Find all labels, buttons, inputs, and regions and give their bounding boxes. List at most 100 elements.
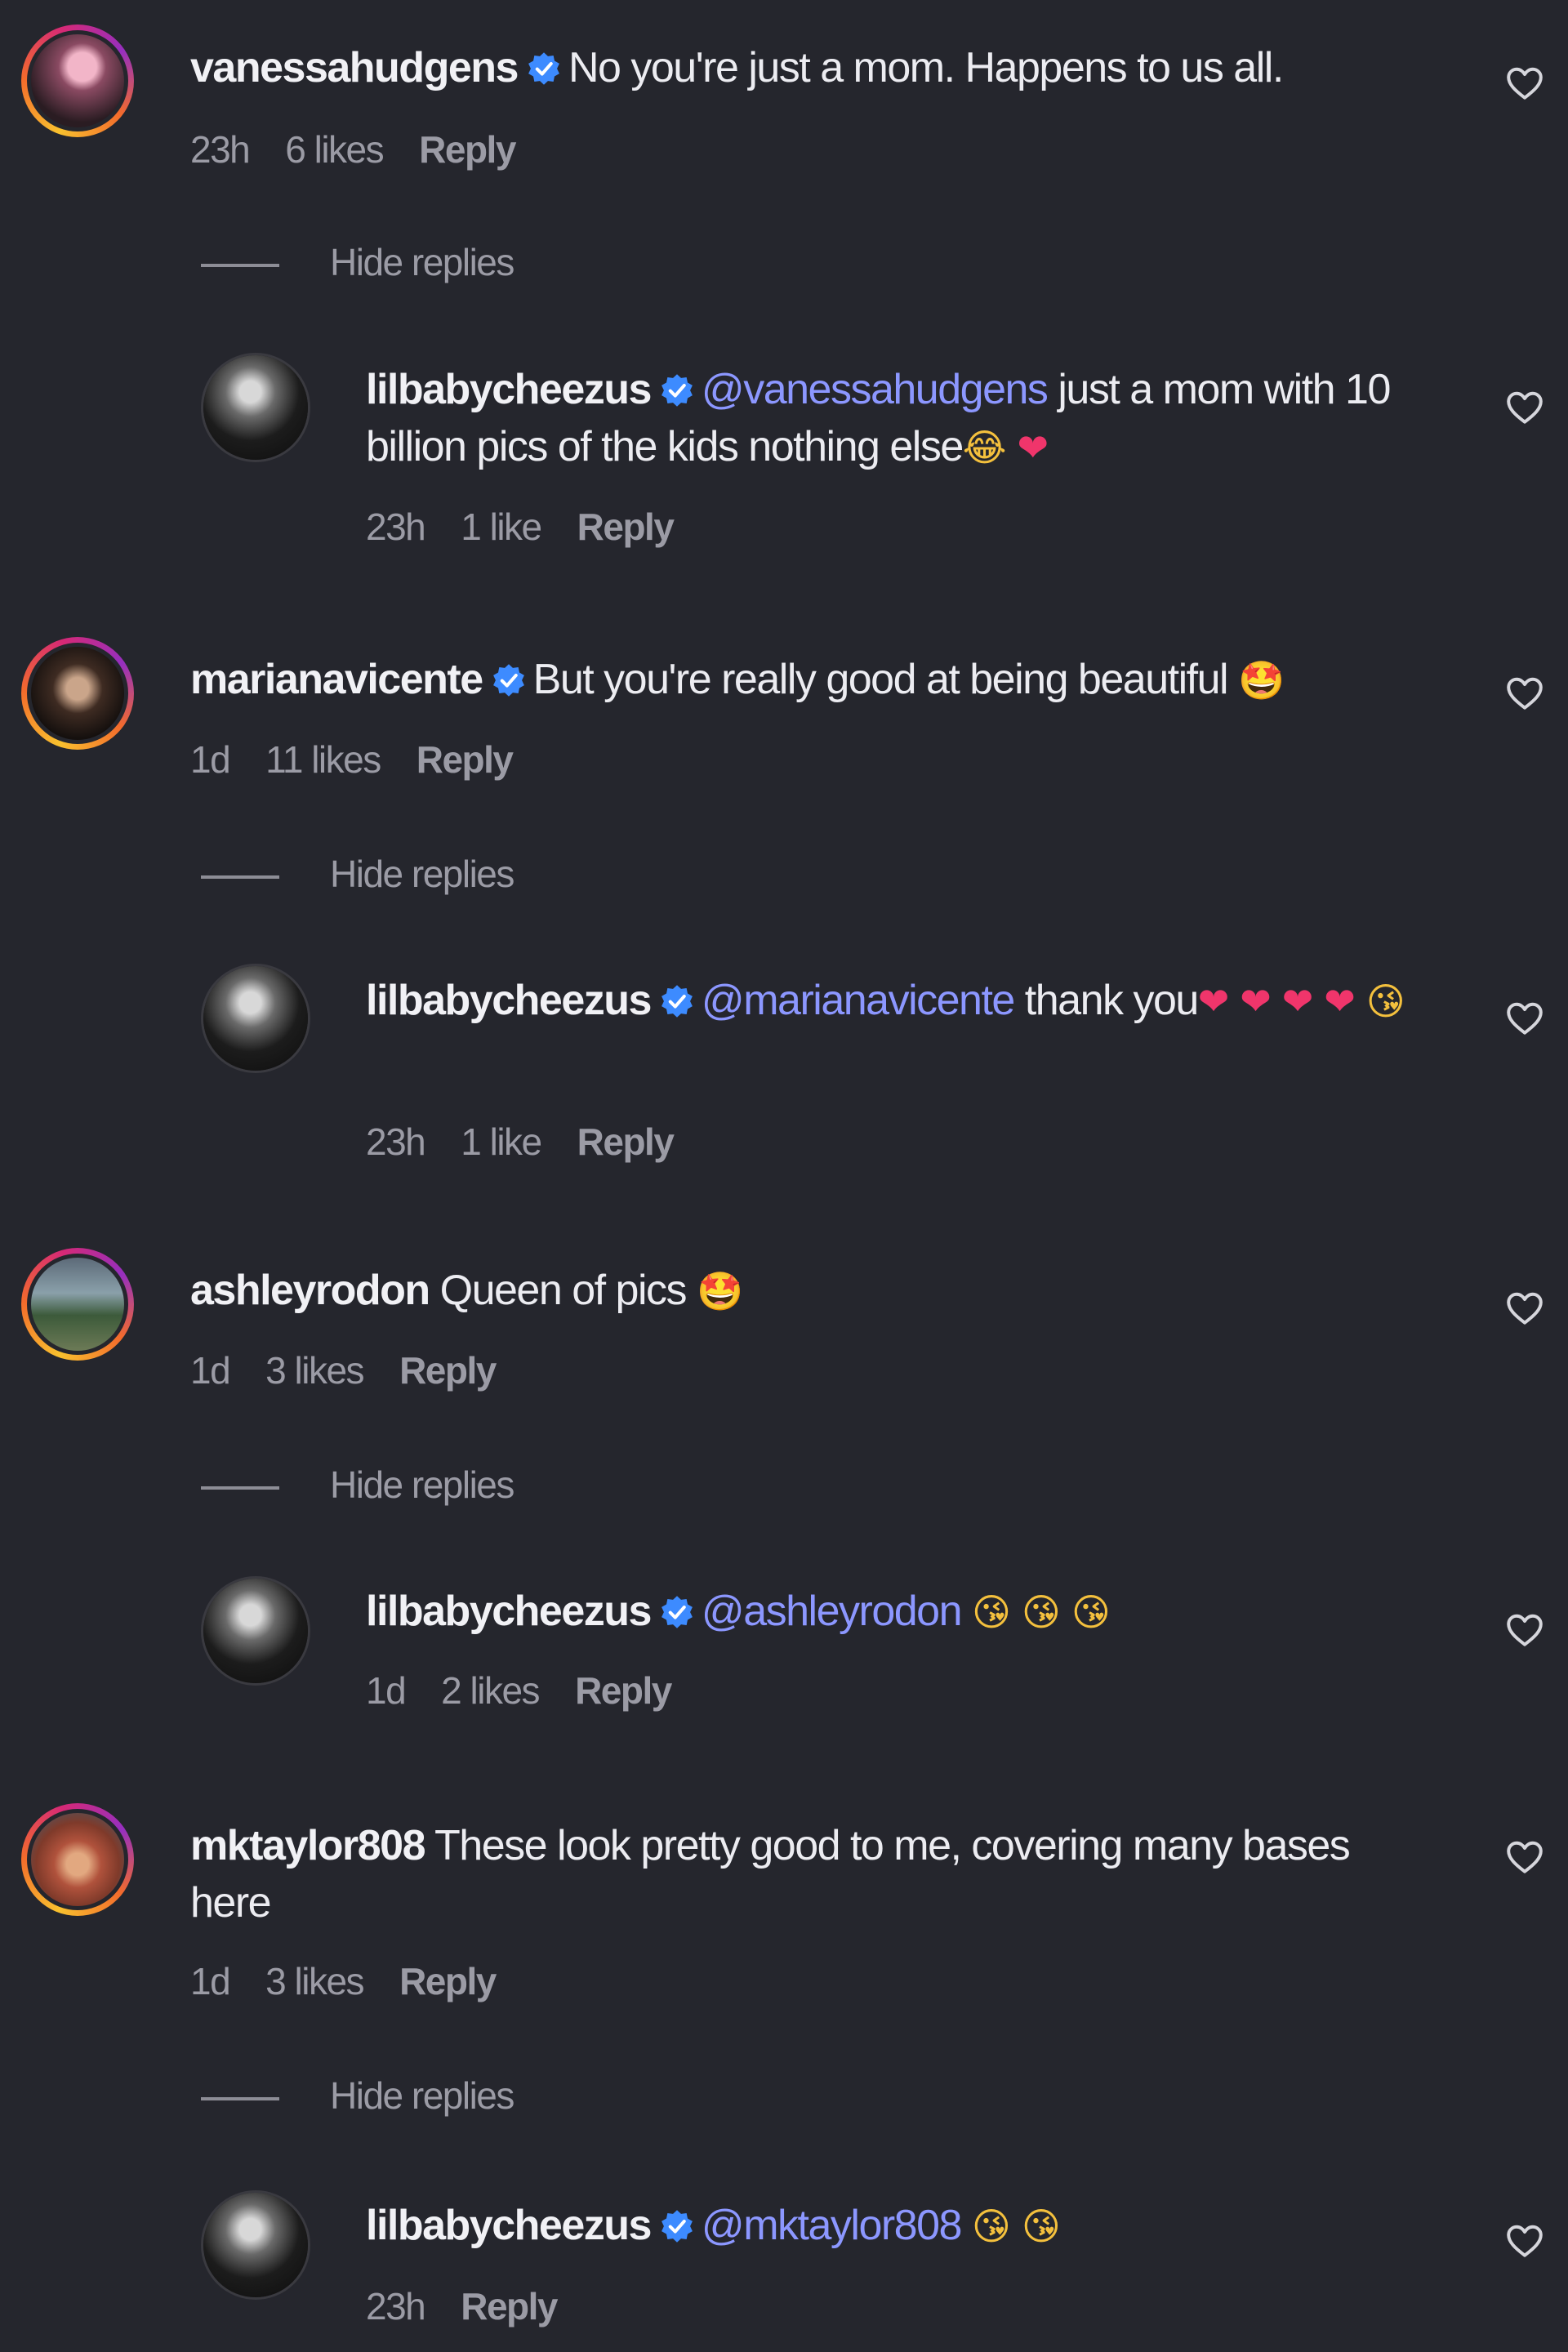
reply-body: lilbabycheezus @vanessahudgens just a mom… [366, 361, 1468, 476]
reply-meta: 1d 2 likes Reply [366, 1668, 707, 1713]
kissing-emoji: 😘 [1365, 979, 1405, 1023]
heart-outline-icon[interactable] [1504, 64, 1545, 105]
avatar[interactable] [201, 353, 310, 462]
hide-replies-button[interactable]: Hide replies [201, 851, 514, 897]
reply-body: lilbabycheezus @ashleyrodon 😘 😘 😘 [366, 1583, 1468, 1641]
reply-username[interactable]: lilbabycheezus [366, 2202, 652, 2249]
mention-link[interactable]: @mktaylor808 [702, 2202, 963, 2249]
avatar[interactable] [201, 964, 310, 1073]
heart-outline-icon[interactable] [1504, 388, 1545, 429]
reply-body: lilbabycheezus @mktaylor808 😘 😘 [366, 2197, 1468, 2255]
kissing-emoji: 😘 [1071, 1590, 1111, 1634]
comment-like-count[interactable]: 11 likes [265, 738, 381, 781]
heart-emoji: ❤ [1281, 979, 1314, 1023]
reply-username[interactable]: lilbabycheezus [366, 366, 652, 413]
verified-badge-icon [659, 1594, 695, 1630]
verified-badge-icon [659, 983, 695, 1019]
avatar[interactable] [201, 1576, 310, 1686]
heart-outline-icon[interactable] [1504, 674, 1545, 715]
kissing-emoji: 😘 [1021, 2204, 1061, 2248]
verified-badge-icon [659, 2208, 695, 2244]
divider [201, 1486, 279, 1490]
reply-like-count[interactable]: 1 like [461, 506, 542, 548]
hide-replies-label: Hide replies [330, 853, 514, 895]
comment-meta: 1d 3 likes Reply [190, 1958, 532, 2004]
reply-button[interactable]: Reply [577, 506, 675, 548]
mention-link[interactable]: @vanessahudgens [702, 366, 1049, 413]
comment-like-count[interactable]: 6 likes [285, 128, 384, 171]
reply-button[interactable]: Reply [575, 1669, 672, 1712]
hide-replies-label: Hide replies [330, 241, 514, 283]
comment-username[interactable]: ashleyrodon [190, 1267, 430, 1314]
reply-time: 23h [366, 506, 426, 548]
comment-body: marianavicente But you're really good at … [190, 651, 1464, 709]
mention-link[interactable]: @marianavicente [702, 977, 1015, 1024]
reply-button[interactable]: Reply [577, 1120, 675, 1163]
kissing-emoji: 😘 [1021, 1590, 1061, 1634]
hide-replies-label: Hide replies [330, 2074, 514, 2117]
avatar[interactable] [21, 24, 134, 137]
mention-link[interactable]: @ashleyrodon [702, 1588, 963, 1635]
avatar[interactable] [21, 637, 134, 750]
star-struck-emoji: 🤩 [1238, 658, 1285, 702]
heart-outline-icon[interactable] [1504, 2221, 1545, 2262]
verified-badge-icon [659, 372, 695, 408]
avatar[interactable] [201, 2190, 310, 2300]
verified-badge-icon [491, 662, 527, 698]
comment-text: Queen of pics [439, 1267, 688, 1314]
heart-emoji: ❤ [1017, 425, 1049, 470]
comment-time: 1d [190, 1960, 231, 2002]
comment-body: mktaylor808 These look pretty good to me… [190, 1817, 1415, 1931]
heart-outline-icon[interactable] [1504, 1289, 1545, 1330]
comment-like-count[interactable]: 3 likes [265, 1349, 364, 1392]
divider [201, 2096, 279, 2100]
comment-text: But you're really good at being beautifu… [532, 656, 1229, 703]
heart-outline-icon[interactable] [1504, 999, 1545, 1040]
comment-meta: 1d 3 likes Reply [190, 1348, 532, 1393]
hide-replies-label: Hide replies [330, 1463, 514, 1506]
reply-like-count[interactable]: 1 like [461, 1120, 542, 1163]
comments-thread: vanessahudgens No you're just a mom. Happ… [0, 0, 1568, 2352]
reply-meta: 23h 1 like Reply [366, 1119, 709, 1165]
divider [201, 875, 279, 879]
comment-like-count[interactable]: 3 likes [265, 1960, 364, 2002]
reply-button[interactable]: Reply [419, 128, 516, 171]
hide-replies-button[interactable]: Hide replies [201, 239, 514, 285]
comment-body: vanessahudgens No you're just a mom. Happ… [190, 39, 1464, 96]
reply-time: 1d [366, 1669, 407, 1712]
comment-username[interactable]: marianavicente [190, 656, 483, 703]
hide-replies-button[interactable]: Hide replies [201, 2073, 514, 2118]
comment-body: ashleyrodon Queen of pics 🤩 [190, 1262, 1464, 1320]
comment-meta: 1d 11 likes Reply [190, 737, 549, 782]
comment-username[interactable]: vanessahudgens [190, 44, 519, 91]
heart-outline-icon[interactable] [1504, 1610, 1545, 1651]
reply-body: lilbabycheezus @marianavicente thank you❤… [366, 972, 1468, 1030]
avatar[interactable] [21, 1803, 134, 1916]
reply-like-count[interactable]: 2 likes [441, 1669, 540, 1712]
kissing-emoji: 😘 [971, 2204, 1011, 2248]
reply-meta: 23h 1 like Reply [366, 504, 709, 550]
reply-username[interactable]: lilbabycheezus [366, 977, 652, 1024]
star-struck-emoji: 🤩 [696, 1269, 744, 1313]
comment-text: No you're just a mom. Happens to us all. [568, 44, 1284, 91]
reply-button[interactable]: Reply [399, 1960, 497, 2002]
reply-button[interactable]: Reply [416, 738, 514, 781]
heart-outline-icon[interactable] [1504, 1838, 1545, 1878]
heart-emoji: ❤ [1240, 979, 1272, 1023]
reply-time: 23h [366, 2285, 426, 2328]
verified-badge-icon [526, 51, 562, 87]
comment-username[interactable]: mktaylor808 [190, 1822, 426, 1869]
reply-username[interactable]: lilbabycheezus [366, 1588, 652, 1635]
comment-meta: 23h 6 likes Reply [190, 127, 551, 172]
divider [201, 263, 279, 267]
reply-meta: 23h Reply [366, 2283, 593, 2329]
kissing-emoji: 😘 [971, 1590, 1011, 1634]
reply-button[interactable]: Reply [399, 1349, 497, 1392]
avatar[interactable] [21, 1248, 134, 1361]
reply-time: 23h [366, 1120, 426, 1163]
heart-emoji: ❤ [1197, 979, 1230, 1023]
laughing-emoji: 😂 [962, 425, 1007, 470]
hide-replies-button[interactable]: Hide replies [201, 1462, 514, 1508]
reply-button[interactable]: Reply [461, 2285, 558, 2328]
comment-time: 23h [190, 128, 251, 171]
